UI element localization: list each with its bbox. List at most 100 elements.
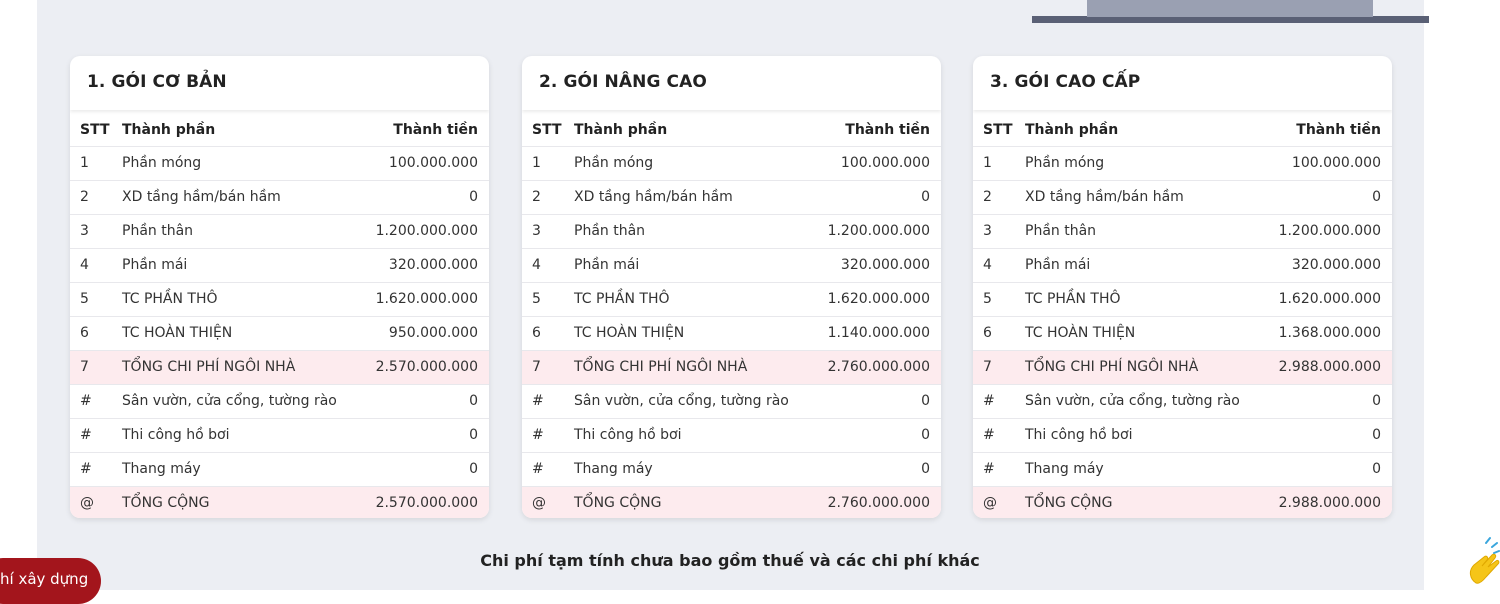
- row-amount: 2.760.000.000: [814, 349, 941, 384]
- table-row: 4 Phần mái 320.000.000: [70, 247, 489, 282]
- tab-bar-track: [1032, 16, 1429, 23]
- row-name: Sân vườn, cửa cổng, tường rào: [122, 383, 363, 418]
- package-title: 1. GÓI CƠ BẢN: [87, 72, 227, 92]
- table-header-row: STT Thành phần Thành tiền: [522, 110, 941, 146]
- row-stt: 1: [70, 145, 122, 180]
- row-amount: 0: [362, 179, 489, 214]
- table-row: 6 TC HOÀN THIỆN 950.000.000: [70, 315, 489, 350]
- row-stt: #: [70, 383, 122, 418]
- hand-wave-icon[interactable]: [1462, 535, 1500, 590]
- row-amount: 0: [1265, 417, 1392, 452]
- row-name: Phần mái: [122, 247, 363, 282]
- row-name: TỔNG CHI PHÍ NGÔI NHÀ: [1025, 349, 1266, 384]
- row-name: Thang máy: [1025, 451, 1266, 486]
- table-row: @ TỔNG CỘNG 2.988.000.000: [973, 485, 1392, 518]
- row-stt: #: [522, 451, 574, 486]
- row-amount: 0: [362, 451, 489, 486]
- column-header-name: Thành phần: [1025, 121, 1119, 138]
- table-row: 2 XD tầng hầm/bán hầm 0: [522, 179, 941, 214]
- table-row: @ TỔNG CỘNG 2.760.000.000: [522, 485, 941, 518]
- cost-table: STT Thành phần Thành tiền 1 Phần móng 100.000…: [522, 110, 941, 518]
- table-row: 7 TỔNG CHI PHÍ NGÔI NHÀ 2.570.000.000: [70, 349, 489, 384]
- row-amount: 0: [1265, 179, 1392, 214]
- row-name: TỔNG CỘNG: [122, 485, 363, 518]
- row-name: XD tầng hầm/bán hầm: [1025, 179, 1266, 214]
- row-name: Phần thân: [1025, 213, 1266, 248]
- row-amount: 100.000.000: [814, 145, 941, 180]
- column-header-amount: Thành tiền: [393, 121, 478, 138]
- table-row: # Sân vườn, cửa cổng, tường rào 0: [522, 383, 941, 418]
- row-amount: 320.000.000: [814, 247, 941, 282]
- row-amount: 1.368.000.000: [1265, 315, 1392, 350]
- row-amount: 2.760.000.000: [814, 485, 941, 518]
- column-header-stt: STT: [532, 121, 562, 138]
- row-amount: 1.200.000.000: [1265, 213, 1392, 248]
- package-card: 3. GÓI CAO CẤP STT Thành phần Thành tiền 1 Ph…: [973, 56, 1392, 518]
- row-amount: 100.000.000: [362, 145, 489, 180]
- row-name: TC HOÀN THIỆN: [122, 315, 363, 350]
- tab-active-indicator[interactable]: [1087, 0, 1373, 17]
- column-header-stt: STT: [80, 121, 110, 138]
- row-stt: @: [70, 485, 122, 518]
- row-name: Phần mái: [1025, 247, 1266, 282]
- table-row: 6 TC HOÀN THIỆN 1.140.000.000: [522, 315, 941, 350]
- row-name: Phần mái: [574, 247, 815, 282]
- table-row: # Thang máy 0: [70, 451, 489, 486]
- row-name: TC PHẦN THÔ: [1025, 281, 1266, 316]
- row-name: XD tầng hầm/bán hầm: [122, 179, 363, 214]
- cost-disclaimer: Chi phí tạm tính chưa bao gồm thuế và cá…: [480, 551, 980, 570]
- table-row: 5 TC PHẦN THÔ 1.620.000.000: [973, 281, 1392, 316]
- row-name: TC PHẦN THÔ: [574, 281, 815, 316]
- row-stt: #: [70, 417, 122, 452]
- package-title: 3. GÓI CAO CẤP: [990, 72, 1141, 92]
- table-row: 3 Phần thân 1.200.000.000: [973, 213, 1392, 248]
- row-stt: 4: [522, 247, 574, 282]
- table-row: 7 TỔNG CHI PHÍ NGÔI NHÀ 2.760.000.000: [522, 349, 941, 384]
- column-header-stt: STT: [983, 121, 1013, 138]
- table-row: 2 XD tầng hầm/bán hầm 0: [70, 179, 489, 214]
- table-row: # Sân vườn, cửa cổng, tường rào 0: [70, 383, 489, 418]
- row-amount: 1.140.000.000: [814, 315, 941, 350]
- row-name: Phần thân: [122, 213, 363, 248]
- table-row: 5 TC PHẦN THÔ 1.620.000.000: [70, 281, 489, 316]
- column-header-name: Thành phần: [574, 121, 668, 138]
- row-name: Thi công hồ bơi: [122, 417, 363, 452]
- row-stt: 6: [522, 315, 574, 350]
- row-stt: 3: [522, 213, 574, 248]
- row-stt: 4: [973, 247, 1025, 282]
- row-name: Sân vườn, cửa cổng, tường rào: [1025, 383, 1266, 418]
- row-amount: 0: [1265, 383, 1392, 418]
- row-amount: 1.620.000.000: [814, 281, 941, 316]
- row-name: Thang máy: [574, 451, 815, 486]
- table-row: # Sân vườn, cửa cổng, tường rào 0: [973, 383, 1392, 418]
- row-name: Phần móng: [1025, 145, 1266, 180]
- row-stt: #: [973, 451, 1025, 486]
- row-stt: #: [973, 417, 1025, 452]
- card-header: 2. GÓI NÂNG CAO: [522, 56, 941, 110]
- row-stt: 4: [70, 247, 122, 282]
- table-row: 5 TC PHẦN THÔ 1.620.000.000: [522, 281, 941, 316]
- row-name: TỔNG CHI PHÍ NGÔI NHÀ: [574, 349, 815, 384]
- table-header-row: STT Thành phần Thành tiền: [973, 110, 1392, 146]
- table-row: 1 Phần móng 100.000.000: [70, 145, 489, 180]
- table-row: 4 Phần mái 320.000.000: [973, 247, 1392, 282]
- column-header-name: Thành phần: [122, 121, 216, 138]
- row-amount: 320.000.000: [362, 247, 489, 282]
- row-stt: #: [522, 417, 574, 452]
- table-row: # Thang máy 0: [522, 451, 941, 486]
- row-amount: 0: [814, 383, 941, 418]
- row-stt: 2: [973, 179, 1025, 214]
- row-name: Phần móng: [122, 145, 363, 180]
- row-stt: 3: [70, 213, 122, 248]
- row-stt: 6: [70, 315, 122, 350]
- row-name: Phần thân: [574, 213, 815, 248]
- row-stt: 7: [70, 349, 122, 384]
- row-stt: #: [973, 383, 1025, 418]
- construction-cost-button[interactable]: hí xây dựng: [0, 558, 101, 604]
- row-stt: 3: [973, 213, 1025, 248]
- row-stt: #: [70, 451, 122, 486]
- row-stt: 6: [973, 315, 1025, 350]
- row-amount: 1.620.000.000: [1265, 281, 1392, 316]
- table-row: # Thi công hồ bơi 0: [973, 417, 1392, 452]
- row-amount: 0: [362, 383, 489, 418]
